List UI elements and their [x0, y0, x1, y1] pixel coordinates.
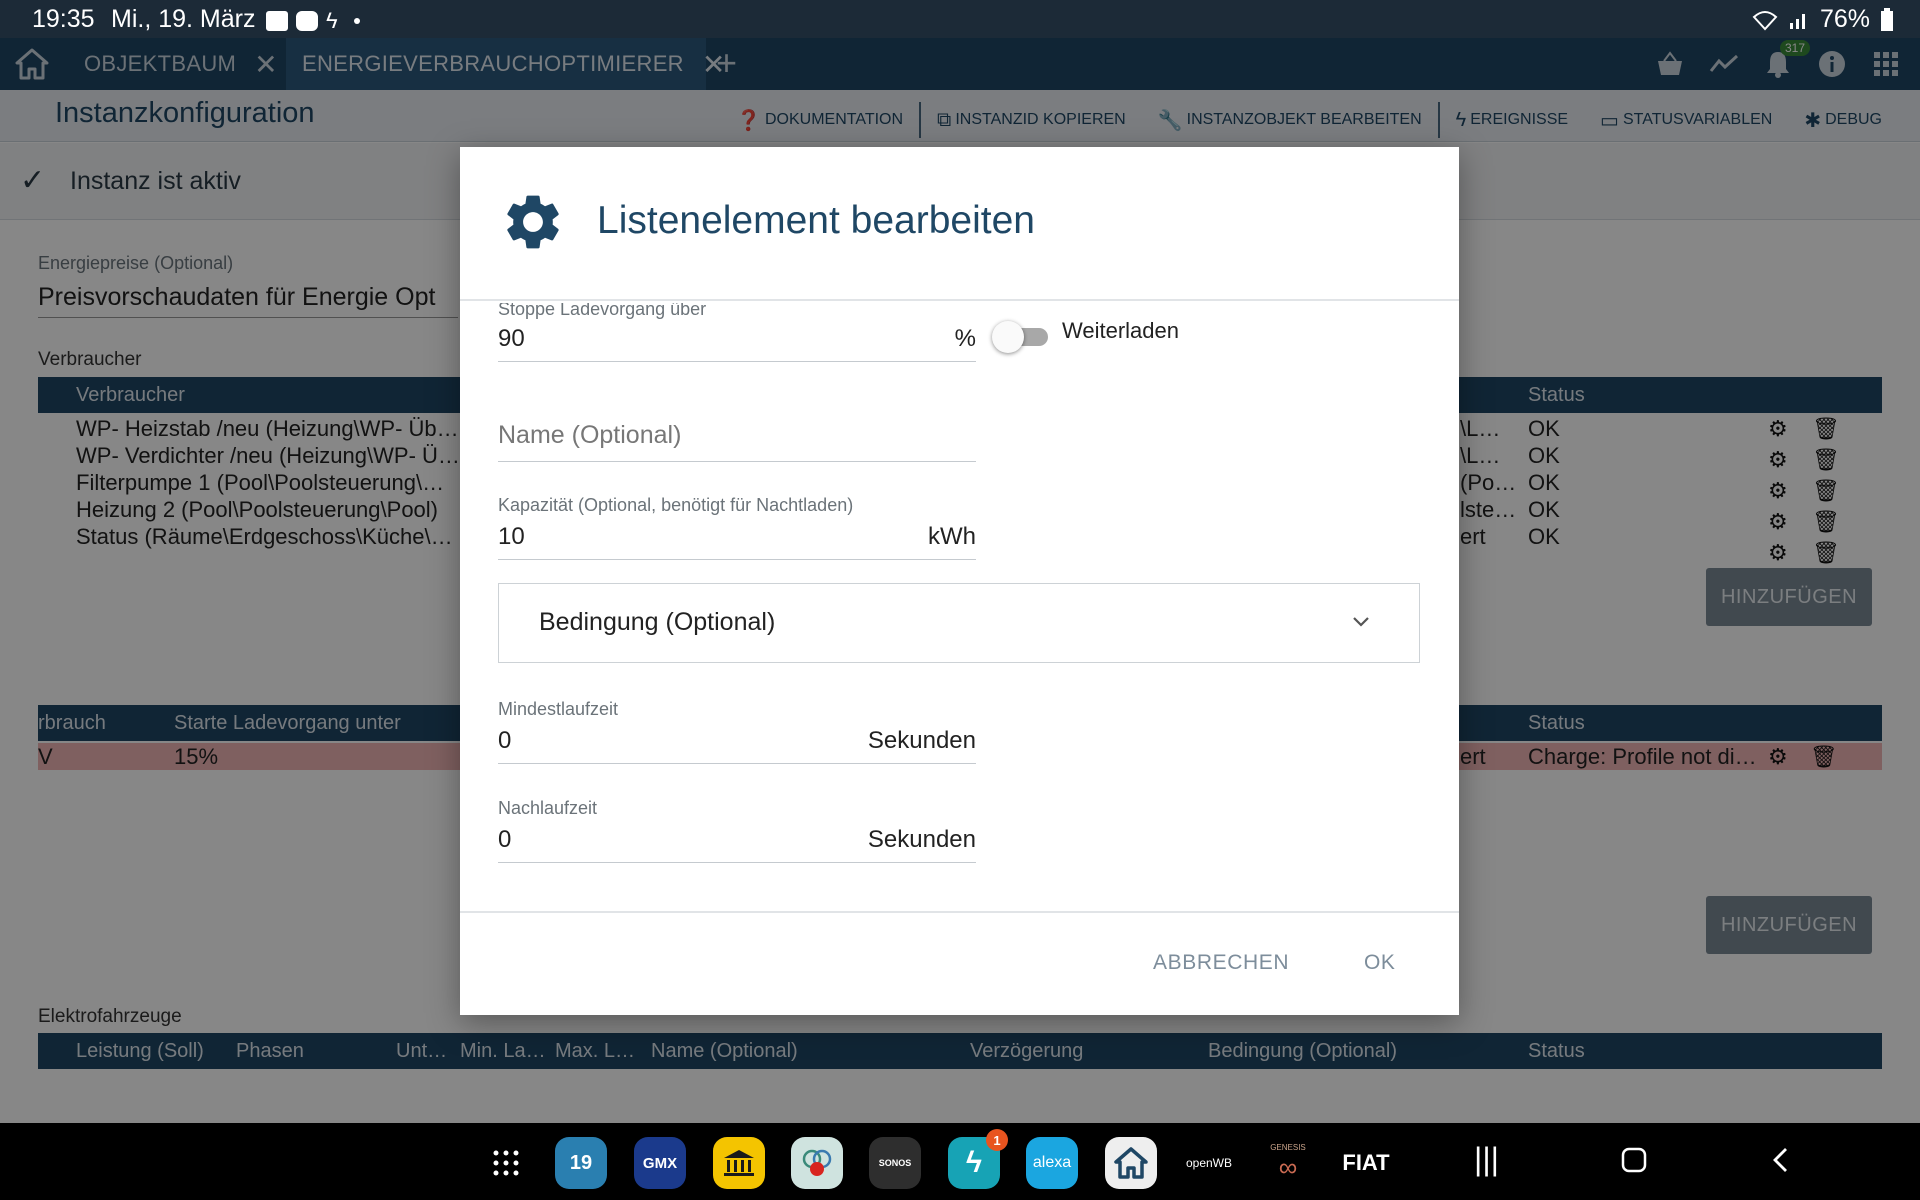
home-nav-icon[interactable]: [1620, 1145, 1648, 1182]
toggle-knob: [992, 321, 1024, 353]
after-runtime-label: Nachlaufzeit: [498, 798, 598, 818]
input-underline: [498, 461, 976, 462]
input-underline: [498, 361, 976, 362]
bolt-icon: ϟ: [326, 8, 338, 33]
battery-level: 76%: [1819, 5, 1870, 33]
genesis-app-icon[interactable]: GENESIS ∞: [1262, 1137, 1314, 1189]
min-runtime-label: Mindestlaufzeit: [498, 699, 619, 719]
condition-expander[interactable]: Bedingung (Optional): [498, 583, 1420, 663]
cancel-button[interactable]: ABBRECHEN: [1153, 951, 1289, 975]
dialog-footer: ABBRECHEN OK: [460, 911, 1459, 1015]
gear-icon: [507, 195, 559, 249]
bank-app-icon[interactable]: [713, 1137, 765, 1189]
app-drawer-icon[interactable]: [480, 1137, 532, 1189]
capacity-label: Kapazität (Optional, benötigt für Nachtl…: [498, 495, 854, 515]
min-runtime-input[interactable]: 0: [498, 727, 511, 755]
after-runtime-unit: Sekunden: [867, 826, 976, 853]
min-runtime-unit: Sekunden: [867, 727, 976, 754]
gmx-app-icon[interactable]: GMX: [634, 1137, 686, 1189]
system-indicators: 76%: [1752, 5, 1894, 34]
home-app-icon[interactable]: [1105, 1137, 1157, 1189]
signal-icon: [1789, 13, 1805, 29]
date: Mi., 19. März: [111, 5, 256, 33]
house-icon: [1114, 1147, 1148, 1179]
youtube-icon: [296, 11, 318, 31]
continue-charging-label: Weiterladen: [1062, 318, 1179, 343]
stop-charging-unit: %: [954, 325, 976, 352]
continue-charging-toggle[interactable]: [992, 318, 1054, 354]
dialog-header: Listenelement bearbeiten: [460, 147, 1459, 301]
calendar-app-icon[interactable]: 19: [555, 1137, 607, 1189]
system-status-bar: 19:35 Mi., 19. März ϟ 76%: [0, 0, 1920, 38]
recents-nav-icon[interactable]: |||: [1474, 1141, 1499, 1178]
bolt-icon: ϟ: [966, 1146, 982, 1179]
fiat-app-icon[interactable]: FIAT: [1340, 1137, 1392, 1189]
input-underline: [498, 559, 976, 560]
back-nav-icon[interactable]: [1770, 1145, 1792, 1182]
wifi-icon: [1752, 10, 1778, 30]
stop-charging-label: Stoppe Ladevorgang über: [498, 303, 707, 319]
android-taskbar: 19 GMX SONOS ϟ 1 alexa openWB GENESIS ∞ …: [0, 1123, 1920, 1200]
image-icon: [266, 11, 288, 31]
bank-icon: [724, 1150, 754, 1176]
energy-app-icon[interactable]: ϟ 1: [948, 1129, 1008, 1189]
infinity-icon: ∞: [1278, 1152, 1298, 1182]
ok-button[interactable]: OK: [1364, 951, 1396, 975]
dialog-title: Listenelement bearbeiten: [597, 199, 1035, 242]
notification-icons: ϟ: [266, 8, 360, 34]
battery-icon: [1881, 7, 1893, 31]
circles-icon: [802, 1149, 832, 1176]
name-input[interactable]: Name (Optional): [498, 421, 681, 450]
capacity-unit: kWh: [928, 523, 976, 550]
input-underline: [498, 862, 976, 863]
openwb-app-icon[interactable]: openWB: [1183, 1137, 1235, 1189]
sonos-app-icon[interactable]: SONOS: [869, 1137, 921, 1189]
dot-icon: [353, 18, 360, 24]
dialog-body: Stoppe Ladevorgang über 90 % Weiterladen…: [460, 303, 1459, 909]
after-runtime-input[interactable]: 0: [498, 826, 511, 854]
alexa-app-icon[interactable]: alexa: [1026, 1137, 1078, 1189]
stop-charging-input[interactable]: 90: [498, 325, 525, 353]
input-underline: [498, 763, 976, 764]
chevron-down-icon: [1353, 617, 1369, 627]
app-badge: 1: [986, 1129, 1008, 1151]
photos-app-icon[interactable]: [791, 1137, 843, 1189]
clock: 19:35: [32, 5, 95, 33]
capacity-input[interactable]: 10: [498, 523, 525, 551]
edit-list-item-dialog: Listenelement bearbeiten Stoppe Ladevorg…: [460, 147, 1459, 1015]
